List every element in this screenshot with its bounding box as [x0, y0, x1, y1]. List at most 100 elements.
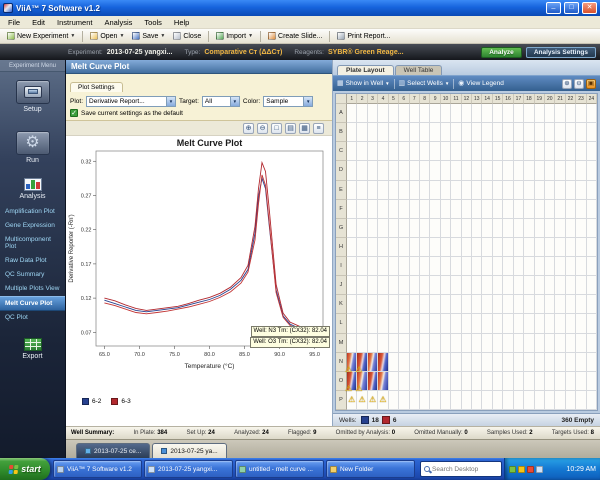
- plate-column-header-13[interactable]: 13: [472, 94, 483, 104]
- well-I16[interactable]: [503, 257, 514, 277]
- well-I24[interactable]: [586, 257, 598, 277]
- well-N16[interactable]: [503, 352, 514, 372]
- well-N8[interactable]: [419, 352, 431, 372]
- well-F12[interactable]: [461, 199, 473, 219]
- well-H9[interactable]: [430, 237, 441, 257]
- well-B3[interactable]: [367, 123, 379, 143]
- well-L6[interactable]: [399, 314, 410, 334]
- well-J19[interactable]: [534, 276, 546, 296]
- plate-column-header-10[interactable]: 10: [440, 94, 452, 104]
- plot-type-select[interactable]: Derivative Report... ▼: [86, 96, 177, 107]
- well-F24[interactable]: [586, 199, 598, 219]
- well-L21[interactable]: [555, 314, 566, 334]
- sidebar-item-run[interactable]: ⚙ Run: [0, 128, 65, 167]
- well-G3[interactable]: [367, 218, 379, 238]
- well-P9[interactable]: [430, 390, 441, 410]
- well-B20[interactable]: [545, 123, 556, 143]
- well-N11[interactable]: [451, 352, 462, 372]
- well-A16[interactable]: [503, 104, 514, 124]
- well-J3[interactable]: [367, 276, 379, 296]
- well-P16[interactable]: [503, 390, 514, 410]
- well-P21[interactable]: [555, 390, 566, 410]
- well-A23[interactable]: [576, 104, 587, 124]
- well-D11[interactable]: [451, 161, 462, 181]
- document-tab[interactable]: 2013-07-25 ya...: [152, 443, 227, 458]
- well-P19[interactable]: [534, 390, 546, 410]
- well-N24[interactable]: [586, 352, 598, 372]
- well-L10[interactable]: [440, 314, 452, 334]
- taskbar-button[interactable]: untitled - melt curve ...: [235, 460, 324, 478]
- well-A18[interactable]: [524, 104, 535, 124]
- well-H1[interactable]: [347, 237, 358, 257]
- well-N3[interactable]: [367, 352, 379, 372]
- well-K21[interactable]: [555, 295, 566, 315]
- well-K13[interactable]: [472, 295, 483, 315]
- well-P6[interactable]: [399, 390, 410, 410]
- well-I20[interactable]: [545, 257, 556, 277]
- plate-row-header-A[interactable]: A: [336, 104, 347, 124]
- well-O2[interactable]: ⚠: [355, 371, 368, 392]
- well-G14[interactable]: [482, 218, 493, 238]
- well-M22[interactable]: [565, 333, 577, 353]
- plate-row-header-G[interactable]: G: [336, 218, 347, 238]
- plate-column-header-9[interactable]: 9: [430, 94, 441, 104]
- plate-row-header-B[interactable]: B: [336, 123, 347, 143]
- chart-options-icon[interactable]: ≡: [313, 122, 324, 134]
- well-H6[interactable]: [399, 237, 410, 257]
- sidebar-item-setup[interactable]: Setup: [0, 77, 65, 116]
- well-G13[interactable]: [472, 218, 483, 238]
- plate-column-header-6[interactable]: 6: [399, 94, 410, 104]
- menu-instrument[interactable]: Instrument: [51, 17, 98, 28]
- well-M24[interactable]: [586, 333, 598, 353]
- plate-column-header-24[interactable]: 24: [586, 94, 598, 104]
- well-J23[interactable]: [576, 276, 587, 296]
- well-G15[interactable]: [492, 218, 504, 238]
- well-H13[interactable]: [472, 237, 483, 257]
- well-P12[interactable]: [461, 390, 473, 410]
- well-G18[interactable]: [524, 218, 535, 238]
- well-A10[interactable]: [440, 104, 452, 124]
- plate-row-header-E[interactable]: E: [336, 180, 347, 200]
- well-F22[interactable]: [565, 199, 577, 219]
- view-legend-button[interactable]: ◉ View Legend: [458, 80, 504, 88]
- well-B22[interactable]: [565, 123, 577, 143]
- well-L11[interactable]: [451, 314, 462, 334]
- well-B13[interactable]: [472, 123, 483, 143]
- well-M2[interactable]: [357, 333, 368, 353]
- well-A15[interactable]: [492, 104, 504, 124]
- well-L14[interactable]: [482, 314, 493, 334]
- well-G21[interactable]: [555, 218, 566, 238]
- select-data-icon[interactable]: ▤: [285, 122, 296, 134]
- well-N21[interactable]: [555, 352, 566, 372]
- well-M19[interactable]: [534, 333, 546, 353]
- well-D2[interactable]: [357, 161, 368, 181]
- well-P14[interactable]: [482, 390, 493, 410]
- well-E6[interactable]: [399, 180, 410, 200]
- well-M3[interactable]: [367, 333, 379, 353]
- well-J4[interactable]: [378, 276, 389, 296]
- well-K8[interactable]: [419, 295, 431, 315]
- well-F11[interactable]: [451, 199, 462, 219]
- well-N7[interactable]: [409, 352, 420, 372]
- plate-column-header-12[interactable]: 12: [461, 94, 473, 104]
- well-D22[interactable]: [565, 161, 577, 181]
- well-H14[interactable]: [482, 237, 493, 257]
- well-K10[interactable]: [440, 295, 452, 315]
- well-K9[interactable]: [430, 295, 441, 315]
- menu-analysis[interactable]: Analysis: [98, 17, 138, 28]
- well-N22[interactable]: [565, 352, 577, 372]
- plate-print-icon[interactable]: ▣: [586, 78, 596, 89]
- well-I13[interactable]: [472, 257, 483, 277]
- well-O19[interactable]: [534, 371, 546, 391]
- well-C13[interactable]: [472, 142, 483, 162]
- plate-column-header-8[interactable]: 8: [419, 94, 431, 104]
- well-O9[interactable]: [430, 371, 441, 391]
- well-H8[interactable]: [419, 237, 431, 257]
- plate-column-header-3[interactable]: 3: [367, 94, 379, 104]
- well-E17[interactable]: [513, 180, 525, 200]
- well-P18[interactable]: [524, 390, 535, 410]
- sidebar-item-export[interactable]: Export: [0, 335, 65, 363]
- sidebar-item-analysis[interactable]: Analysis: [0, 175, 65, 203]
- well-C23[interactable]: [576, 142, 587, 162]
- well-D21[interactable]: [555, 161, 566, 181]
